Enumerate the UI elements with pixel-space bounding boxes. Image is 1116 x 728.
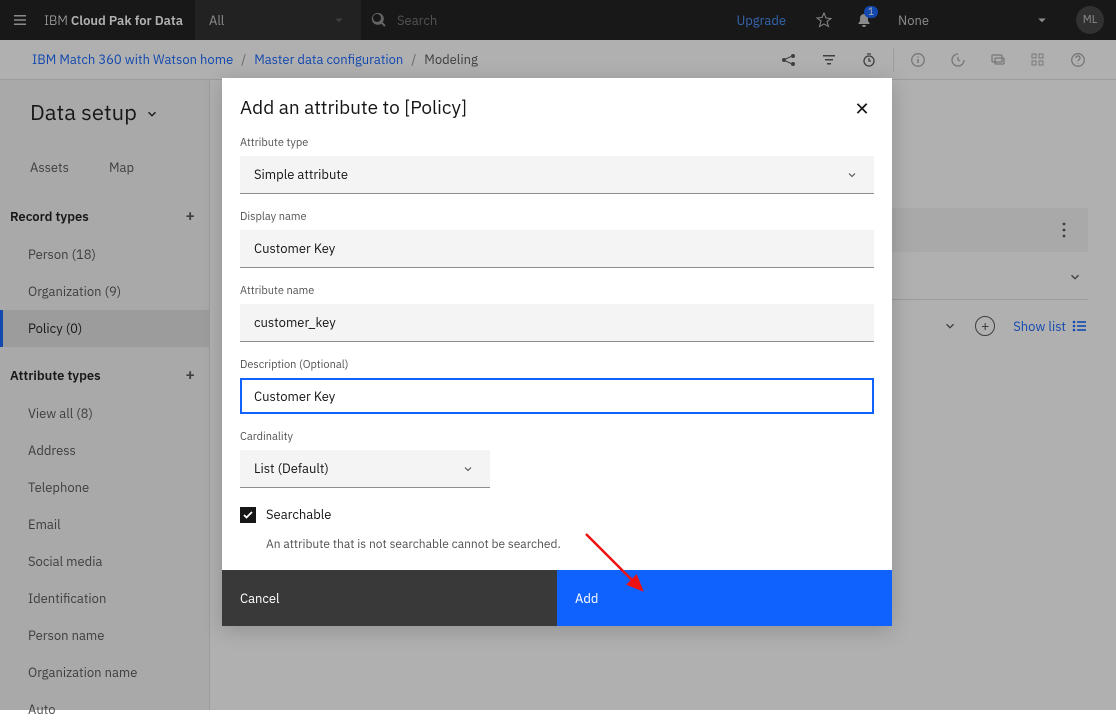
cardinality-select[interactable]: List (Default) [240,450,490,488]
description-label: Description (Optional) [240,358,874,372]
cancel-button[interactable]: Cancel [222,570,557,626]
attr-name-label: Attribute name [240,284,874,298]
close-icon[interactable]: ✕ [850,96,874,120]
cardinality-value: List (Default) [254,460,329,477]
attr-name-input[interactable] [240,304,874,342]
cardinality-label: Cardinality [240,430,874,444]
chevron-down-icon [846,168,860,182]
add-attribute-modal: Add an attribute to [Policy] ✕ Attribute… [222,78,892,626]
searchable-checkbox[interactable] [240,507,256,523]
chevron-down-icon [462,462,476,476]
modal-footer: Cancel Add [222,570,892,626]
attr-type-label: Attribute type [240,136,874,150]
display-name-input[interactable] [240,230,874,268]
attr-type-value: Simple attribute [254,166,348,183]
display-name-label: Display name [240,210,874,224]
modal-title: Add an attribute to [Policy] [240,96,467,120]
add-button[interactable]: Add [557,570,892,626]
searchable-label: Searchable [266,506,331,523]
attr-type-select[interactable]: Simple attribute [240,156,874,194]
searchable-hint: An attribute that is not searchable cann… [266,537,874,552]
description-input[interactable] [240,378,874,414]
